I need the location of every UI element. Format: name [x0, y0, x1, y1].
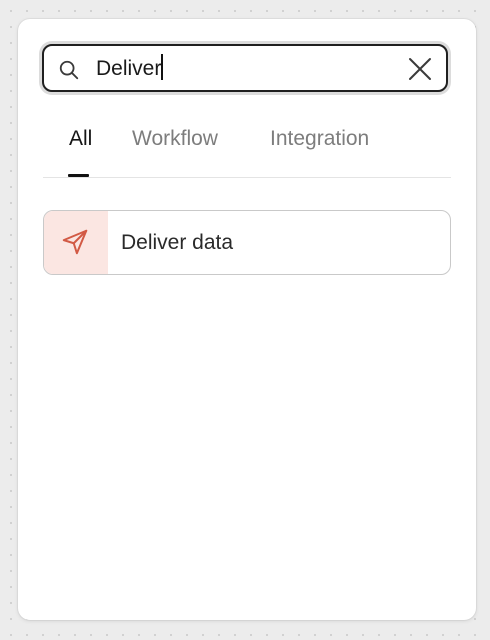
tab-workflow[interactable]: Workflow: [132, 127, 218, 151]
result-label: Deliver data: [121, 231, 234, 254]
search-input-value: Deliver: [96, 46, 164, 90]
search-icon: [59, 60, 79, 80]
search-panel: Deliver All Workflow Integration Deliver…: [18, 19, 476, 620]
search-query: Deliver: [96, 57, 162, 80]
search-input[interactable]: Deliver: [42, 44, 448, 92]
active-tab-indicator: [68, 174, 89, 177]
send-icon: [62, 229, 88, 255]
result-icon-box: [44, 211, 108, 274]
close-icon[interactable]: [408, 57, 432, 81]
filter-tabs: All Workflow Integration: [43, 119, 451, 178]
tab-integration[interactable]: Integration: [270, 127, 369, 151]
result-item[interactable]: Deliver data: [43, 210, 451, 275]
text-cursor: [161, 54, 164, 80]
tab-all[interactable]: All: [69, 127, 92, 151]
